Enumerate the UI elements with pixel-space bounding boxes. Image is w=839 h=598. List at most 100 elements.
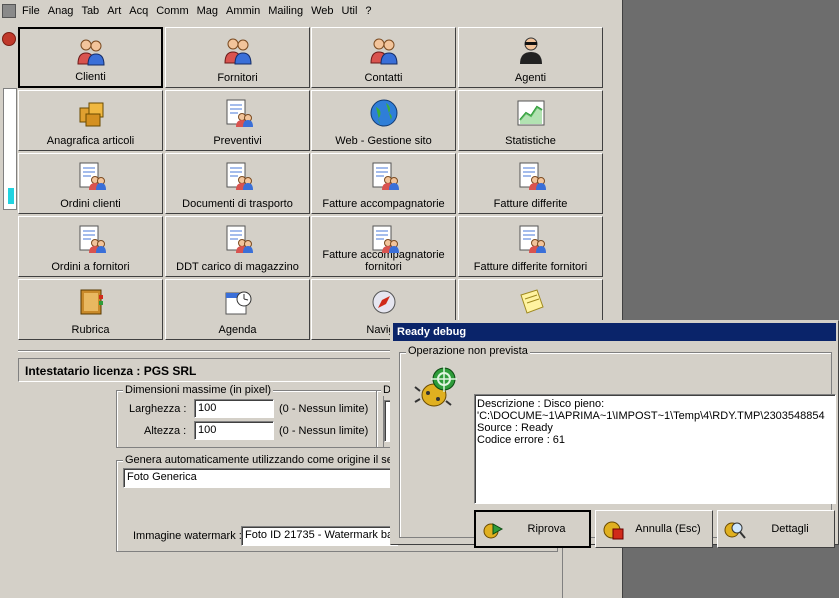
ready-debug-dialog: Ready debug Operazione non prevista Desc… xyxy=(390,320,839,548)
document-people-icon xyxy=(515,161,547,191)
module-tile-label: Fatture differite fornitori xyxy=(473,261,588,273)
menu-mailing[interactable]: Mailing xyxy=(268,5,311,17)
height-label: Altezza : xyxy=(144,425,187,437)
boxes-icon xyxy=(75,98,107,128)
cancel-button-label: Annulla (Esc) xyxy=(635,523,701,535)
people-icon xyxy=(222,35,254,65)
scrollbar[interactable] xyxy=(562,545,578,598)
menu-art[interactable]: Art xyxy=(107,5,129,17)
module-tile[interactable]: Preventivi xyxy=(165,90,310,151)
module-tile[interactable]: Web - Gestione sito xyxy=(311,90,456,151)
left-panel-selection xyxy=(8,188,14,204)
module-tile[interactable]: Statistiche xyxy=(458,90,603,151)
module-tile-label: Documenti di trasporto xyxy=(182,198,293,210)
bug-retry-icon xyxy=(482,518,504,540)
menu-bar: File Anag Tab Art Acq Comm Mag Ammin Mai… xyxy=(0,0,621,22)
module-tile-label: Fornitori xyxy=(217,72,258,84)
module-tile[interactable]: DDT carico di magazzino xyxy=(165,216,310,277)
retry-button[interactable]: Riprova xyxy=(474,510,591,548)
module-tile-label: DDT carico di magazzino xyxy=(176,261,299,273)
module-tile[interactable]: Clienti xyxy=(18,27,163,88)
dimensions-group-title: Dimensioni massime (in pixel) xyxy=(123,384,274,396)
module-tile-label: Agenda xyxy=(218,324,257,336)
generate-group-title: Genera automaticamente utilizzando come … xyxy=(123,454,408,466)
watermark-label: Immagine watermark : xyxy=(133,530,242,542)
module-tile[interactable]: Fatture differite fornitori xyxy=(458,216,603,277)
system-menu-icon[interactable] xyxy=(2,4,16,18)
module-grid: Clienti Fornitori Contatti Agenti Anagrafica… xyxy=(18,27,604,342)
document-people-icon xyxy=(222,161,254,191)
message-line: Descrizione : Disco pieno: xyxy=(477,398,605,410)
document-people-icon xyxy=(368,161,400,191)
error-group: Operazione non prevista Descrizione : Di… xyxy=(399,345,836,548)
people-icon xyxy=(368,35,400,65)
error-message-box[interactable]: Descrizione : Disco pieno: 'C:\DOCUME~1\… xyxy=(474,394,836,504)
document-people-icon xyxy=(222,98,254,128)
bug-magnifier-icon xyxy=(724,518,746,540)
message-line: 'C:\DOCUME~1\APRIMA~1\IMPOST~1\Temp\4\RD… xyxy=(477,410,825,422)
menu-ammin[interactable]: Ammin xyxy=(226,5,268,17)
apple-icon xyxy=(2,32,16,46)
module-tile-label: Fatture differite xyxy=(493,198,568,210)
menu-help[interactable]: ? xyxy=(365,5,379,17)
globe-icon xyxy=(368,98,400,128)
module-tile[interactable]: Agenda xyxy=(165,279,310,340)
dialog-titlebar[interactable]: Ready debug xyxy=(393,323,836,341)
menu-acq[interactable]: Acq xyxy=(129,5,156,17)
module-tile[interactable]: Ordini a fornitori xyxy=(18,216,163,277)
document-people-icon xyxy=(75,224,107,254)
menu-web[interactable]: Web xyxy=(311,5,341,17)
module-tile-label: Ordini a fornitori xyxy=(51,261,130,273)
module-tile[interactable]: Fatture accompagnatorie fornitori xyxy=(311,216,456,277)
menu-tab[interactable]: Tab xyxy=(81,5,107,17)
module-tile[interactable]: Contatti xyxy=(311,27,456,88)
cancel-button[interactable]: Annulla (Esc) xyxy=(595,510,713,548)
module-tile-label: Web - Gestione sito xyxy=(335,135,432,147)
module-tile[interactable]: Fatture differite xyxy=(458,153,603,214)
module-tile-label: Contatti xyxy=(364,72,403,84)
details-button[interactable]: Dettagli xyxy=(717,510,835,548)
left-strip xyxy=(0,22,17,598)
calendar-icon xyxy=(222,287,254,317)
agent-icon xyxy=(515,35,547,65)
bug-cancel-icon xyxy=(602,518,624,540)
document-people-icon xyxy=(222,224,254,254)
source-select[interactable]: Foto Generica xyxy=(123,468,398,488)
note-icon xyxy=(515,287,547,317)
document-people-icon xyxy=(515,224,547,254)
module-tile-label: Fatture accompagnatorie xyxy=(322,198,445,210)
module-tile-label: Statistiche xyxy=(505,135,556,147)
bug-target-icon xyxy=(414,365,460,411)
menu-anag[interactable]: Anag xyxy=(48,5,82,17)
document-people-icon xyxy=(368,224,400,254)
height-hint: (0 - Nessun limite) xyxy=(279,425,369,437)
module-tile-label: Clienti xyxy=(75,71,106,83)
module-tile-label: Ordini clienti xyxy=(60,198,121,210)
message-line: Source : Ready xyxy=(477,422,553,434)
height-input[interactable]: 100 xyxy=(194,421,274,440)
module-tile-label: Anagrafica articoli xyxy=(46,135,135,147)
module-tile-label: Agenti xyxy=(514,72,547,84)
menu-comm[interactable]: Comm xyxy=(156,5,196,17)
module-tile[interactable]: Rubrica xyxy=(18,279,163,340)
width-input[interactable]: 100 xyxy=(194,399,274,418)
watermark-select[interactable]: Foto ID 21735 - Watermark bas xyxy=(241,526,398,546)
module-tile[interactable]: Fatture accompagnatorie xyxy=(311,153,456,214)
module-tile[interactable]: Anagrafica articoli xyxy=(18,90,163,151)
chart-icon xyxy=(515,98,547,128)
menu-util[interactable]: Util xyxy=(342,5,366,17)
people-icon xyxy=(75,36,107,66)
module-tile[interactable]: Ordini clienti xyxy=(18,153,163,214)
compass-icon xyxy=(368,287,400,317)
width-hint: (0 - Nessun limite) xyxy=(279,403,369,415)
details-button-label: Dettagli xyxy=(771,523,809,535)
menu-mag[interactable]: Mag xyxy=(197,5,226,17)
menu-file[interactable]: File xyxy=(22,5,48,17)
module-tile[interactable]: Fornitori xyxy=(165,27,310,88)
module-tile[interactable]: Documenti di trasporto xyxy=(165,153,310,214)
retry-button-label: Riprova xyxy=(527,523,566,535)
address-book-icon xyxy=(75,287,107,317)
error-group-title: Operazione non prevista xyxy=(406,345,530,357)
module-tile-label: Rubrica xyxy=(71,324,110,336)
module-tile[interactable]: Agenti xyxy=(458,27,603,88)
